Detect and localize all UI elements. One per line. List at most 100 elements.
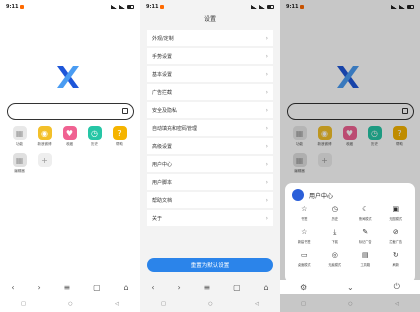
menu-item[interactable]: ⊘ 拦截广告 — [381, 228, 412, 244]
menu-item-label: 夜间模式 — [358, 217, 372, 221]
bottom-toolbar: ‹ › ≡ ▢ ⌂ — [0, 280, 140, 294]
tab-switch-icon[interactable] — [122, 108, 128, 114]
forward-icon[interactable]: › — [177, 283, 180, 292]
system-home-icon[interactable]: ○ — [68, 301, 72, 307]
desktop-icon: ▭ — [300, 251, 308, 259]
chevron-right-icon: › — [265, 106, 268, 114]
status-bar: 9:11 — [0, 0, 140, 14]
block-icon: ⊘ — [392, 228, 399, 236]
menu-item[interactable]: ✎ 标记广告 — [350, 228, 381, 244]
shortcut-label: 收藏 — [66, 142, 73, 146]
settings-item[interactable]: 广告拦截 › — [147, 84, 273, 100]
settings-item-label: 用户中心 — [152, 161, 173, 168]
recents-icon[interactable]: □ — [21, 301, 26, 307]
shortcut-item[interactable]: + — [32, 153, 57, 174]
menu-icon[interactable]: ≡ — [64, 283, 71, 292]
settings-item[interactable]: 帮助文档 › — [147, 192, 273, 208]
settings-gear-icon[interactable]: ⚙ — [300, 283, 307, 292]
shortcut-item[interactable]: ▦ 编辑器 — [7, 153, 32, 174]
system-home-icon[interactable]: ○ — [208, 301, 212, 307]
settings-list: 外观/定制 › 手势设置 › 基本设置 › 广告拦截 › 安全及隐私 › 自动填充和密码管理 › 高级设… — [147, 30, 273, 228]
editor-icon: ▦ — [12, 153, 27, 167]
system-home-icon[interactable]: ○ — [348, 301, 352, 307]
settings-item-label: 广告拦截 — [152, 89, 173, 96]
settings-item[interactable]: 安全及隐私 › — [147, 102, 273, 118]
settings-item[interactable]: 用户中心 › — [147, 156, 273, 172]
moon-icon: ☾ — [362, 205, 369, 213]
collapse-icon[interactable]: ⌄ — [347, 283, 354, 292]
settings-item[interactable]: 关于 › — [147, 210, 273, 226]
menu-item[interactable]: ☾ 夜间模式 — [350, 205, 381, 221]
clock-icon: ◷ — [87, 126, 102, 140]
settings-item[interactable]: 自动填充和密码管理 › — [147, 120, 273, 136]
help-icon: ? — [112, 126, 127, 140]
settings-item[interactable]: 外观/定制 › — [147, 30, 273, 46]
power-icon[interactable]: ⏻ — [394, 282, 400, 292]
menu-item[interactable]: ◷ 历史 — [320, 205, 351, 221]
bottom-toolbar: ‹ › ≡ ▢ ⌂ — [140, 280, 280, 294]
shortcut-item[interactable]: ♥ 收藏 — [57, 126, 82, 147]
shortcut-item[interactable]: ◉ 新浪微博 — [32, 126, 57, 147]
settings-item[interactable]: 用户脚本 › — [147, 174, 273, 190]
settings-item[interactable]: 手势设置 › — [147, 48, 273, 64]
settings-item-label: 自动填充和密码管理 — [152, 125, 198, 132]
menu-screen: 9:11 ▦ 功能 ◉ 新浪微博 ♥ 收藏 ◷ 历史? 帮助 ▦ 编辑器 + 用户中心 ☆ 书签 ◷ 历史 ☾… — [280, 0, 420, 312]
menu-item-label: 桌面模式 — [297, 263, 311, 267]
menu-item-label: 拦截广告 — [389, 240, 403, 244]
tabs-icon[interactable]: ▢ — [233, 283, 241, 292]
settings-item-label: 安全及隐私 — [152, 107, 178, 114]
reset-defaults-button[interactable]: 重置为默认设置 — [147, 258, 273, 272]
menu-item[interactable]: ▤ 工具箱 — [350, 251, 381, 267]
mark-ad-icon: ✎ — [362, 228, 369, 236]
home-screen: 9:11 ▦ 功能 ◉ 新浪微博 ♥ 收藏 ◷ 历史? 帮助 ▦ 编辑器 + ‹ › ≡ ▢ ⌂ □ … — [0, 0, 140, 312]
chevron-right-icon: › — [265, 34, 268, 42]
system-back-icon[interactable]: ◁ — [395, 301, 399, 307]
download-icon: ⤓ — [333, 228, 337, 236]
status-time: 9:11 — [6, 4, 19, 10]
shortcut-item[interactable]: ◷ 历史 — [82, 126, 107, 147]
menu-icon[interactable]: ≡ — [204, 283, 211, 292]
user-center-button[interactable]: 用户中心 — [292, 189, 333, 201]
signal-icon — [259, 5, 265, 9]
menu-item[interactable]: ☆ 书签 — [289, 205, 320, 221]
battery-icon — [127, 5, 134, 9]
menu-item-label: 无图模式 — [389, 217, 403, 221]
menu-item[interactable]: ↻ 刷新 — [381, 251, 412, 267]
chevron-right-icon: › — [265, 88, 268, 96]
back-icon[interactable]: ‹ — [11, 283, 14, 292]
menu-item[interactable]: ☆ 新建书签 — [289, 228, 320, 244]
home-icon[interactable]: ⌂ — [123, 283, 128, 292]
recents-icon[interactable]: □ — [161, 301, 166, 307]
chevron-right-icon: › — [265, 124, 268, 132]
home-icon[interactable]: ⌂ — [263, 283, 268, 292]
signal-icon — [111, 5, 117, 9]
shortcut-item[interactable]: ▦ 功能 — [7, 126, 32, 147]
shortcut-label: 新浪微博 — [37, 142, 52, 146]
menu-item-label: 工具箱 — [360, 263, 371, 267]
menu-item[interactable]: ⤓ 下载 — [320, 228, 351, 244]
search-input[interactable] — [7, 103, 134, 120]
recents-icon[interactable]: □ — [301, 301, 306, 307]
system-nav-bar: □ ○ ◁ — [140, 298, 280, 310]
menu-item[interactable]: ▭ 桌面模式 — [289, 251, 320, 267]
system-back-icon[interactable]: ◁ — [255, 301, 259, 307]
forward-icon[interactable]: › — [37, 283, 40, 292]
system-back-icon[interactable]: ◁ — [115, 301, 119, 307]
status-time: 9:11 — [146, 4, 159, 10]
settings-item-label: 手势设置 — [152, 53, 173, 60]
x-browser-logo — [57, 66, 79, 88]
shortcut-item[interactable]: ? 帮助 — [107, 126, 132, 147]
page-title: 设置 — [203, 16, 216, 23]
back-icon[interactable]: ‹ — [151, 283, 154, 292]
star-outline-icon: ☆ — [301, 228, 308, 236]
shortcut-label: 功能 — [16, 142, 23, 146]
settings-item[interactable]: 高级设置 › — [147, 138, 273, 154]
user-center-label: 用户中心 — [309, 192, 334, 200]
chevron-right-icon: › — [265, 160, 268, 168]
system-nav-bar: □ ○ ◁ — [280, 298, 420, 310]
chevron-right-icon: › — [265, 178, 268, 186]
menu-item[interactable]: ◎ 无痕模式 — [320, 251, 351, 267]
menu-item[interactable]: ▣ 无图模式 — [381, 205, 412, 221]
settings-item[interactable]: 基本设置 › — [147, 66, 273, 82]
tabs-icon[interactable]: ▢ — [93, 283, 101, 292]
